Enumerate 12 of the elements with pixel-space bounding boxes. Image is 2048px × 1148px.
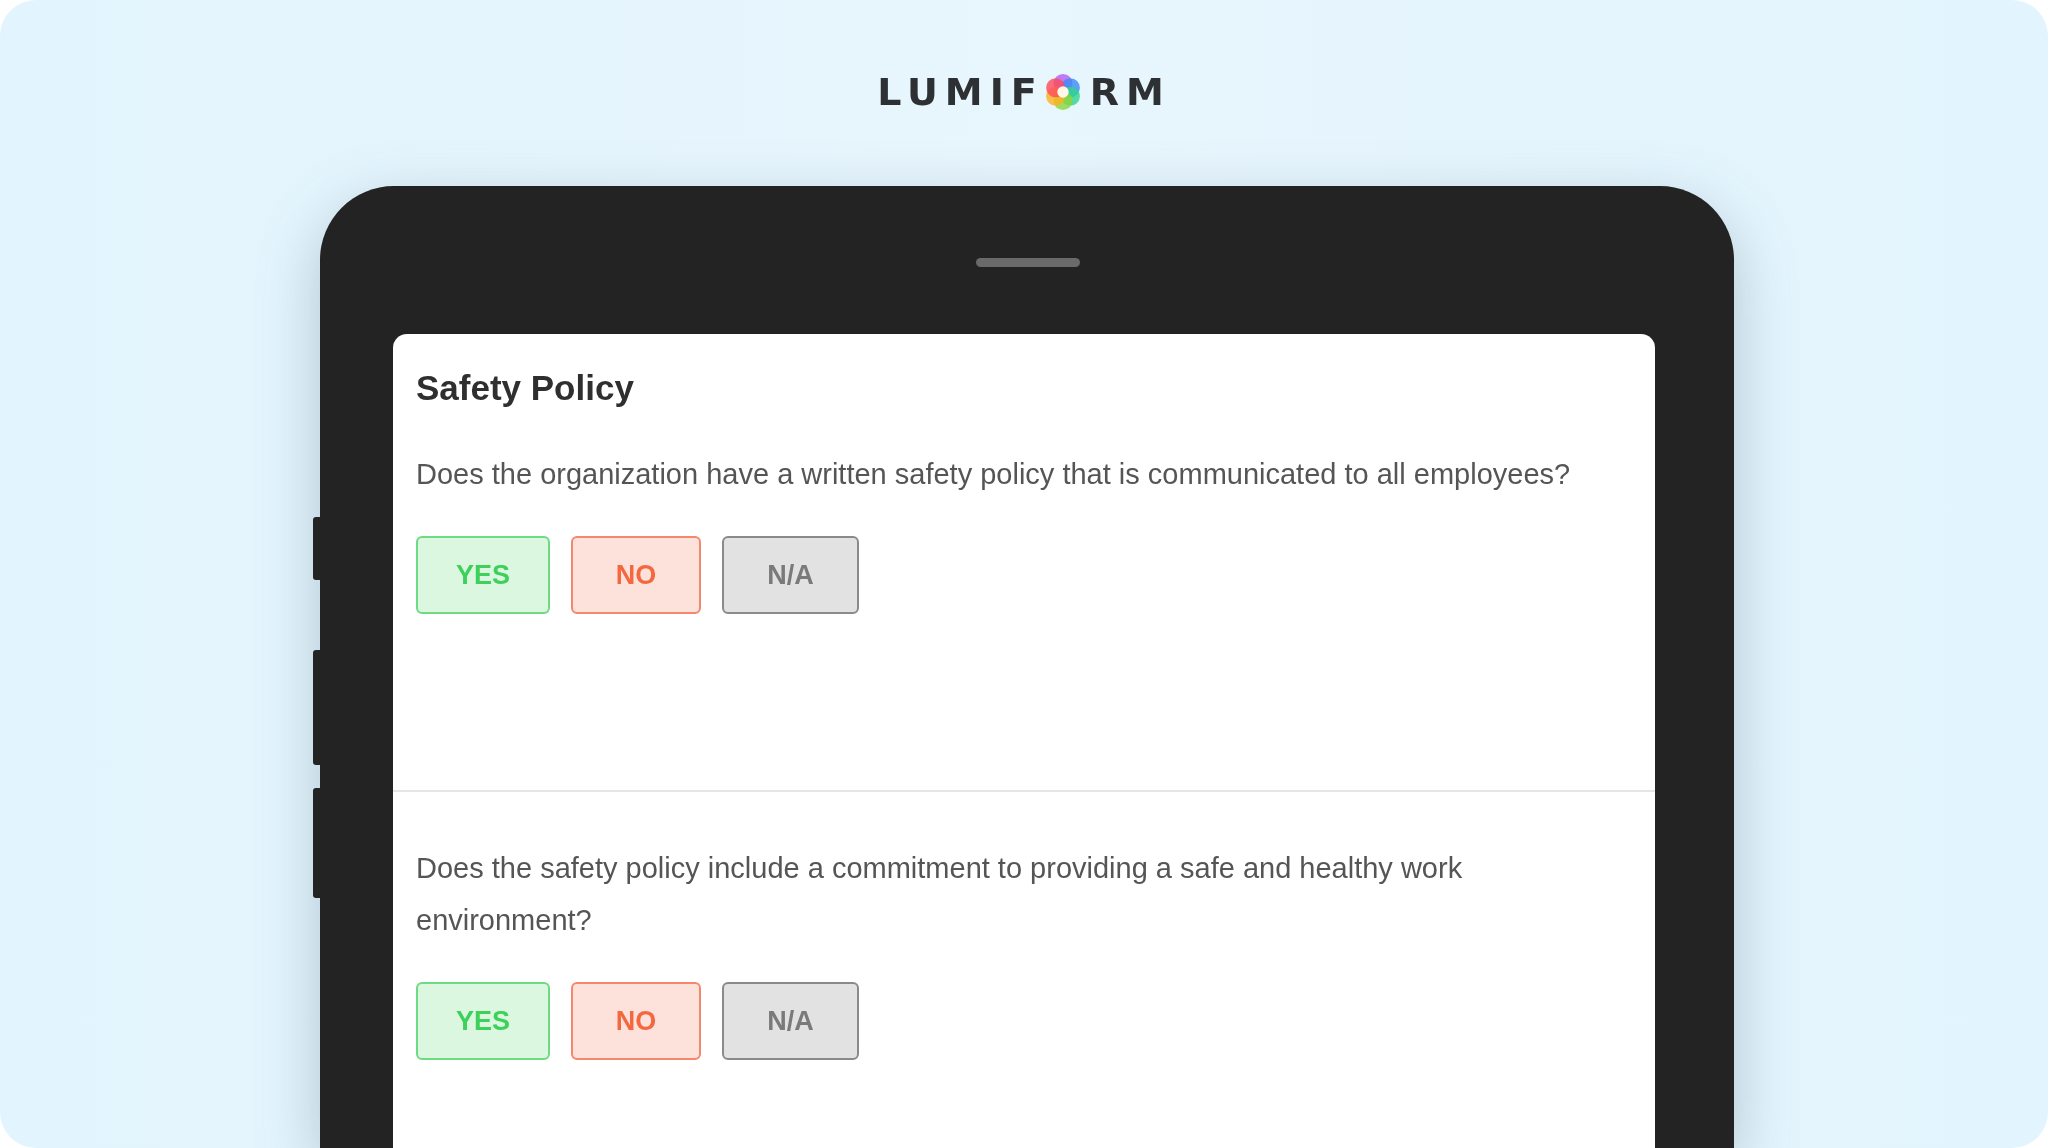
question-text: Does the organization have a written safety policy that is communicated to all employees? <box>416 457 1572 492</box>
logo-text: RM <box>1089 70 1171 114</box>
answer-button[interactable]: NO <box>571 536 701 614</box>
flower-logo-icon <box>1043 73 1082 111</box>
question-text: Does the safety policy include a commitment to providing a safe and healthy work environment? <box>416 851 1464 938</box>
answer-button[interactable]: NO <box>571 982 701 1060</box>
answer-button[interactable]: YES <box>416 982 550 1060</box>
answer-button[interactable]: N/A <box>722 982 859 1060</box>
section-title: Safety Policy <box>416 368 635 408</box>
answer-button[interactable]: N/A <box>722 536 859 614</box>
answer-button[interactable]: YES <box>416 536 550 614</box>
logo-text: LUMIF <box>877 70 1044 114</box>
